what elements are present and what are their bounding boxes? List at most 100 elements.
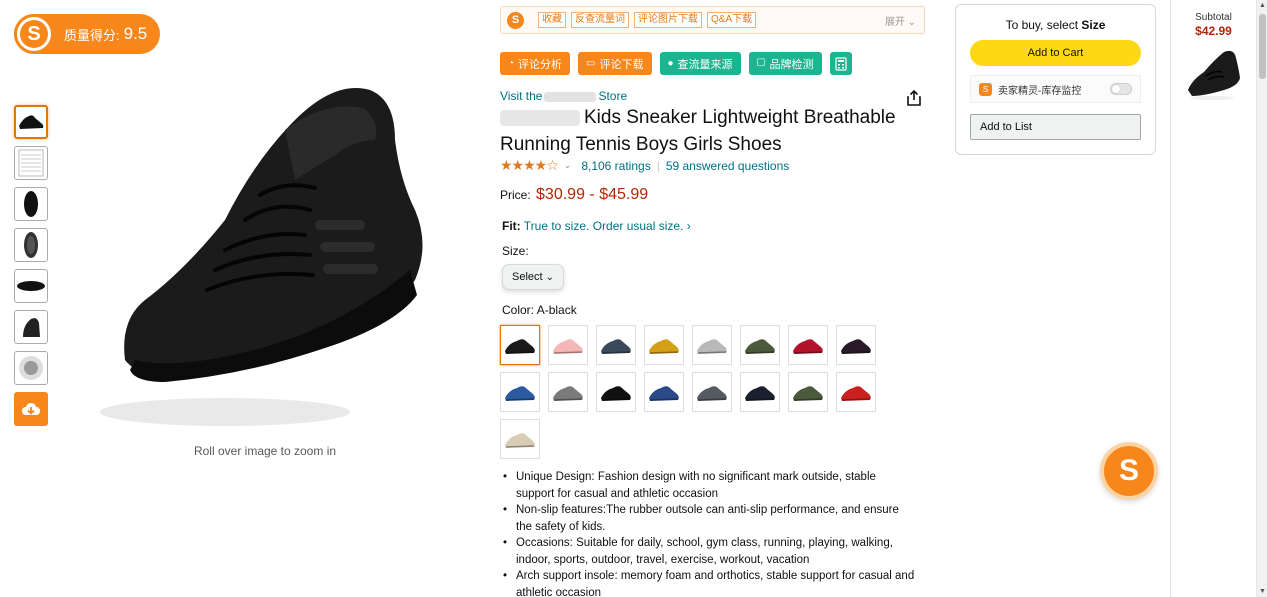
cloud-download-icon xyxy=(22,403,40,415)
cloud-upload-button[interactable] xyxy=(14,392,48,426)
thumbnail-2[interactable] xyxy=(14,146,48,180)
divider: | xyxy=(656,158,660,173)
list-item: Unique Design: Fashion design with no si… xyxy=(500,469,915,502)
color-swatch[interactable] xyxy=(644,372,684,412)
shoe-swatch-icon xyxy=(601,339,631,354)
shoe-swatch-icon xyxy=(649,339,679,354)
color-swatch[interactable] xyxy=(788,325,828,365)
shoe-thumbnail-icon xyxy=(19,115,44,129)
sellersprite-logo-icon: S xyxy=(14,14,54,54)
add-to-list-button[interactable]: Add to List xyxy=(970,114,1141,140)
star-rating-icon[interactable]: ★★★★☆ xyxy=(500,157,559,174)
calculator-button[interactable] xyxy=(829,52,852,75)
thumbnail-3[interactable] xyxy=(14,187,48,221)
sellersprite-logo-icon: S xyxy=(979,82,992,96)
shoe-side-thumbnail-icon xyxy=(17,281,45,291)
chevron-down-icon[interactable]: ⌄ xyxy=(564,160,572,171)
subtotal-label: Subtotal xyxy=(1195,12,1232,23)
favorite-tag[interactable]: 收藏 xyxy=(538,12,566,28)
review-download-button[interactable]: ▭ 评论下载 xyxy=(578,52,652,75)
thumbnail-6[interactable] xyxy=(14,310,48,344)
calculator-icon xyxy=(834,56,847,71)
share-icon[interactable] xyxy=(905,89,923,107)
color-swatch[interactable] xyxy=(500,419,540,459)
store-name-redacted xyxy=(544,91,597,102)
shoe-swatch-icon xyxy=(553,386,583,401)
shoe-swatch-icon xyxy=(697,386,727,401)
shoe-swatch-icon xyxy=(505,339,535,354)
thumbnail-list xyxy=(14,105,50,426)
thumbnail-4[interactable] xyxy=(14,228,48,262)
shoe-swatch-icon xyxy=(697,339,727,354)
shoe-swatch-icon xyxy=(649,386,679,401)
color-swatch-list xyxy=(500,325,900,466)
sellersprite-logo-icon: S xyxy=(507,11,524,29)
subtotal-amount: $42.99 xyxy=(1195,24,1232,38)
scroll-down-icon[interactable]: ▼ xyxy=(1258,588,1267,595)
review-analysis-button[interactable]: ◔ 评论分析 xyxy=(500,52,571,75)
size-chart-thumbnail-icon xyxy=(18,149,44,177)
qa-download-tag[interactable]: Q&A下载 xyxy=(707,12,757,28)
color-swatch[interactable] xyxy=(500,325,540,365)
comment-icon: ▭ xyxy=(586,58,596,69)
chevron-down-icon: ⌄ xyxy=(907,16,916,28)
color-swatch[interactable] xyxy=(692,372,732,412)
color-swatch[interactable] xyxy=(692,325,732,365)
color-swatch[interactable] xyxy=(788,372,828,412)
chevron-down-icon: ⌄ xyxy=(545,271,555,283)
expand-toggle[interactable]: 展开 ⌄ xyxy=(885,13,916,28)
thumbnail-5[interactable] xyxy=(14,269,48,303)
price-label: Price: xyxy=(500,188,531,202)
color-swatch[interactable] xyxy=(500,372,540,412)
reverse-keyword-tag[interactable]: 反查流量词 xyxy=(571,12,629,28)
brand-check-button[interactable]: ☐ 品牌检测 xyxy=(748,52,822,75)
feature-bullets: Unique Design: Fashion design with no si… xyxy=(500,469,915,597)
fit-label: Fit: xyxy=(502,219,521,233)
inventory-monitor-toggle[interactable] xyxy=(1110,83,1132,95)
fit-recommendation-link[interactable]: True to size. Order usual size. › xyxy=(524,219,691,233)
shoe-angle-thumbnail-icon xyxy=(23,318,40,337)
quality-score: 9.5 xyxy=(123,24,148,43)
sneaker-image xyxy=(100,88,423,426)
floating-plugin-button[interactable]: S xyxy=(1100,442,1158,500)
color-swatch[interactable] xyxy=(740,325,780,365)
pie-chart-icon: ◔ xyxy=(508,58,515,69)
thumbnail-7[interactable] xyxy=(14,351,48,385)
quality-score-badge[interactable]: S 质量得分: 9.5 xyxy=(14,14,160,54)
buy-prompt: To buy, select Size xyxy=(1005,18,1106,32)
shoe-swatch-icon xyxy=(505,386,535,401)
review-image-download-tag[interactable]: 评论图片下载 xyxy=(634,12,702,28)
traffic-source-button[interactable]: ● 查流量来源 xyxy=(659,52,741,75)
color-swatch[interactable] xyxy=(836,372,876,412)
color-swatch[interactable] xyxy=(644,325,684,365)
color-swatch[interactable] xyxy=(548,372,588,412)
video-thumbnail-icon xyxy=(19,356,43,380)
ratings-count-link[interactable]: 8,106 ratings xyxy=(581,159,650,173)
shoe-swatch-icon xyxy=(505,433,535,448)
scrollbar-thumb[interactable] xyxy=(1259,14,1266,79)
add-to-cart-button[interactable]: Add to Cart xyxy=(970,40,1141,66)
quality-label: 质量得分: xyxy=(64,27,120,43)
rating-row: ★★★★☆ ⌄ 8,106 ratings | 59 answered ques… xyxy=(500,157,789,174)
search-icon: ● xyxy=(667,58,674,69)
store-link[interactable]: Visit the Store xyxy=(500,89,627,103)
size-dropdown[interactable]: Select ⌄ xyxy=(502,264,564,290)
color-swatch[interactable] xyxy=(596,325,636,365)
main-product-image[interactable] xyxy=(95,70,435,430)
shoe-swatch-icon xyxy=(553,339,583,354)
page-scrollbar[interactable]: ▲ ▼ xyxy=(1256,0,1267,597)
buy-box: To buy, select Size Add to Cart S 卖家精灵-库… xyxy=(955,4,1156,155)
color-swatch[interactable] xyxy=(740,372,780,412)
color-swatch[interactable] xyxy=(836,325,876,365)
color-swatch[interactable] xyxy=(596,372,636,412)
plugin-action-row: ◔ 评论分析 ▭ 评论下载 ● 查流量来源 ☐ 品牌检测 xyxy=(500,52,860,75)
thumbnail-1[interactable] xyxy=(14,105,48,139)
scroll-up-icon[interactable]: ▲ xyxy=(1258,2,1267,9)
answered-questions-link[interactable]: 59 answered questions xyxy=(666,159,789,173)
product-title: Kids Sneaker Lightweight Breathable Runn… xyxy=(500,107,896,155)
cart-item-image[interactable] xyxy=(1184,42,1244,102)
zoom-hint: Roll over image to zoom in xyxy=(193,444,337,458)
shoe-swatch-icon xyxy=(601,386,631,401)
sellersprite-logo-icon: S xyxy=(1118,454,1139,487)
color-swatch[interactable] xyxy=(548,325,588,365)
